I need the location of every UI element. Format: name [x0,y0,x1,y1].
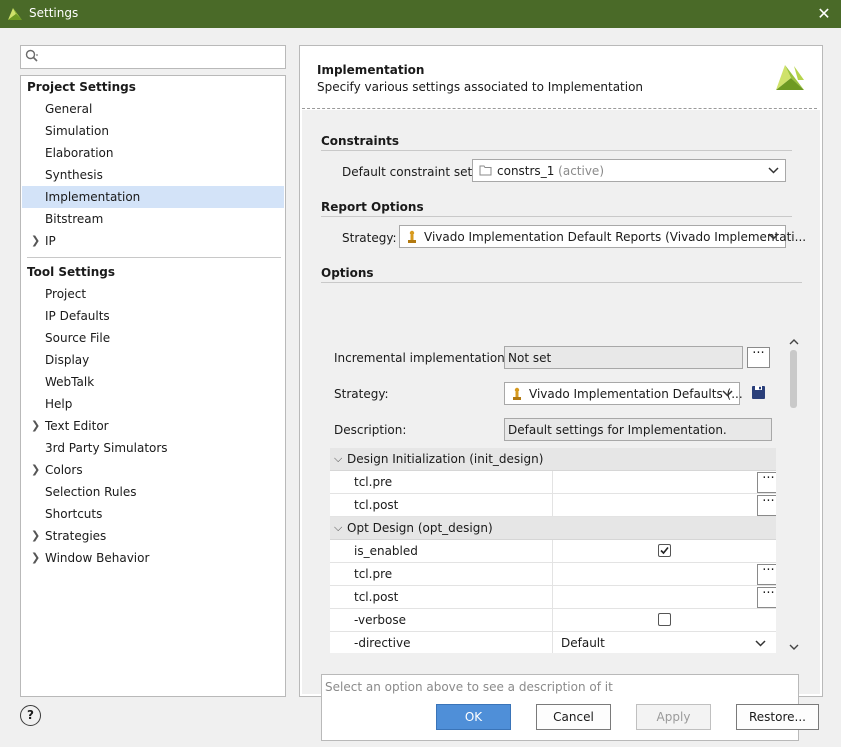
chevron-down-icon[interactable] [755,638,766,652]
strategy-icon [406,230,418,247]
sidebar-item-strategies[interactable]: ❯ Strategies [22,525,284,547]
browse-button[interactable]: ··· [757,587,776,608]
sidebar-item-implementation[interactable]: Implementation [22,186,284,208]
settings-main-panel: Implementation Specify various settings … [299,45,823,741]
sidebar-item-shortcuts[interactable]: Shortcuts [22,503,284,525]
sidebar-item-webtalk[interactable]: WebTalk [22,371,284,393]
title-bar: Settings ✕ [0,0,841,28]
table-row: -directive Default [330,632,776,653]
incremental-browse-button[interactable]: ··· [747,347,770,368]
constraint-set-label: Default constraint set: [342,165,477,179]
report-strategy-select[interactable]: Vivado Implementation Default Reports (V… [399,225,806,248]
table-row: tcl.pre ··· [330,471,776,494]
close-icon[interactable]: ✕ [813,3,835,25]
divider [321,150,792,151]
sidebar-item-3rd-party-simulators[interactable]: 3rd Party Simulators [22,437,284,459]
description-field: Default settings for Implementation. [504,418,772,441]
chevron-down-icon [768,165,779,179]
sidebar-item-project[interactable]: Project [22,283,284,305]
sidebar-item-text-editor[interactable]: ❯ Text Editor [22,415,284,437]
table-row: tcl.post ··· [330,586,776,609]
sidebar-item-display[interactable]: Display [22,349,284,371]
divider [321,216,792,217]
browse-button[interactable]: ··· [757,495,776,516]
header-divider [302,108,817,109]
table-row: -verbose [330,609,776,632]
group-opt-design[interactable]: ⌵ Opt Design (opt_design) [330,517,776,540]
sidebar-item-elaboration[interactable]: Elaboration [22,142,284,164]
chevron-right-icon[interactable]: ❯ [31,415,40,437]
save-strategy-icon[interactable] [751,385,766,403]
incremental-label: Incremental implementation: [334,351,509,365]
sidebar-item-source-file[interactable]: Source File [22,327,284,349]
browse-button[interactable]: ··· [757,564,776,585]
constraint-set-select[interactable]: constrs_1 (active) [472,159,786,182]
incremental-field[interactable]: Not set [504,346,743,369]
chevron-down-icon[interactable]: ⌵ [334,448,342,470]
project-settings-heading: Project Settings [27,80,136,94]
options-scrollbar[interactable] [786,332,802,653]
options-table: ⌵ Design Initialization (init_design) tc… [330,448,776,653]
sidebar-item-colors[interactable]: ❯ Colors [22,459,284,481]
chevron-down-icon [722,388,733,402]
sidebar-item-bitstream[interactable]: Bitstream [22,208,284,230]
browse-button[interactable]: ··· [757,472,776,493]
divider [27,257,281,258]
scroll-up-icon[interactable] [789,335,799,349]
page-title: Implementation [317,63,425,77]
apply-button[interactable]: Apply [636,704,711,730]
chevron-right-icon[interactable]: ❯ [31,547,40,569]
strategy-select[interactable]: Vivado Implementation Defaults (... [504,382,743,405]
group-design-initialization[interactable]: ⌵ Design Initialization (init_design) [330,448,776,471]
sidebar-item-selection-rules[interactable]: Selection Rules [22,481,284,503]
sidebar-item-simulation[interactable]: Simulation [22,120,284,142]
sidebar-item-ip[interactable]: ❯ IP [22,230,284,252]
vivado-logo-icon [774,60,806,95]
table-row: tcl.pre ··· [330,563,776,586]
scrollbar-thumb[interactable] [790,350,797,408]
scroll-down-icon[interactable] [789,640,799,654]
directive-select[interactable]: Default [561,636,605,650]
search-input[interactable] [20,45,286,69]
description-label: Description: [334,423,407,437]
sidebar-item-ip-defaults[interactable]: IP Defaults [22,305,284,327]
folder-icon [479,164,492,179]
chevron-down-icon[interactable]: ⌵ [334,517,342,539]
table-row: tcl.post ··· [330,494,776,517]
vivado-logo-icon [7,5,23,24]
cancel-button[interactable]: Cancel [536,704,611,730]
table-row: is_enabled [330,540,776,563]
settings-content: Constraints Default constraint set: cons… [302,110,820,741]
settings-nav: Project Settings General Simulation Elab… [20,75,286,697]
ok-button[interactable]: OK [436,704,511,730]
sidebar-item-help[interactable]: Help [22,393,284,415]
is-enabled-checkbox[interactable] [658,544,671,557]
search-icon [25,49,39,66]
help-button[interactable]: ? [20,705,41,726]
page-subtitle: Specify various settings associated to I… [317,80,644,94]
sidebar-item-general[interactable]: General [22,98,284,120]
strategy-label: Strategy: [334,387,389,401]
strategy-icon [511,387,523,404]
chevron-down-icon [768,231,779,245]
verbose-checkbox[interactable] [658,613,671,626]
report-strategy-label: Strategy: [342,231,397,245]
divider [321,282,802,283]
chevron-right-icon[interactable]: ❯ [31,525,40,547]
restore-button[interactable]: Restore... [736,704,819,730]
constraints-heading: Constraints [321,134,400,148]
tool-settings-heading: Tool Settings [27,265,116,279]
sidebar-item-window-behavior[interactable]: ❯ Window Behavior [22,547,284,569]
chevron-right-icon[interactable]: ❯ [31,230,40,252]
options-scroll-area[interactable]: Incremental implementation: Not set ··· … [322,332,803,653]
window-title: Settings [29,6,79,20]
sidebar-item-synthesis[interactable]: Synthesis [22,164,284,186]
options-heading: Options [321,266,374,280]
report-options-heading: Report Options [321,200,424,214]
chevron-right-icon[interactable]: ❯ [31,459,40,481]
